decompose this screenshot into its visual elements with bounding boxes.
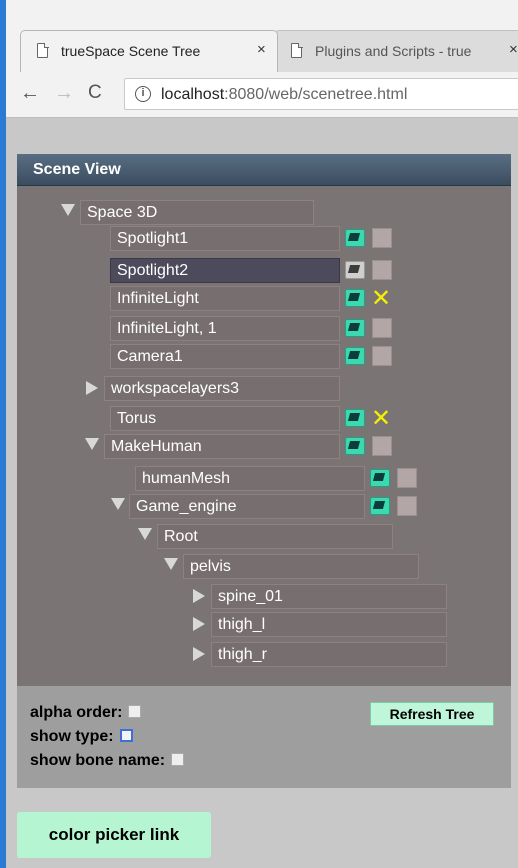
url-path: :8080/web/scenetree.html [224,86,408,103]
show-type-label: show type: [30,728,114,745]
visibility-icon[interactable] [345,229,365,247]
visibility-icon[interactable] [345,437,365,455]
selected-x-icon[interactable]: ✕ [370,286,392,310]
tree-node-label[interactable]: pelvis [183,554,419,579]
scene-tree: Space 3D Spotlight1 Spotlight2 InfiniteL… [17,186,511,686]
panel-title: Scene View [33,161,121,178]
option-alpha-order: alpha order: [30,704,142,722]
reload-icon[interactable]: C [88,82,102,104]
select-toggle[interactable] [372,346,392,366]
close-icon[interactable]: × [509,41,518,58]
info-icon[interactable]: i [135,86,151,102]
select-toggle[interactable] [372,260,392,280]
tree-node-label[interactable]: Spotlight1 [110,226,340,251]
visibility-icon[interactable] [345,347,365,365]
select-toggle[interactable] [372,228,392,248]
expand-arrow-icon[interactable] [111,498,125,510]
visibility-icon[interactable] [345,409,365,427]
show-bone-name-label: show bone name: [30,752,166,769]
refresh-tree-button[interactable]: Refresh Tree [370,702,494,726]
tree-node-label[interactable]: workspacelayers3 [104,376,340,401]
tree-node-label[interactable]: Space 3D [80,200,314,225]
tree-node-label[interactable]: Camera1 [110,344,340,369]
collapse-arrow-icon[interactable] [193,617,205,631]
tree-node-label[interactable]: MakeHuman [104,434,340,459]
show-type-checkbox[interactable] [119,729,133,742]
tab-scene-tree[interactable]: trueSpace Scene Tree × [20,30,278,72]
expand-arrow-icon[interactable] [85,438,99,450]
visibility-icon[interactable] [370,469,390,487]
page-icon [291,42,303,58]
forward-arrow-icon[interactable]: → [54,82,74,105]
select-toggle[interactable] [372,318,392,338]
tree-node-label[interactable]: InfiniteLight, 1 [110,316,340,341]
expand-arrow-icon[interactable] [138,528,152,540]
alpha-order-checkbox[interactable] [128,705,142,718]
visibility-icon[interactable] [370,497,390,515]
window-edge [0,0,6,868]
tree-node-label[interactable]: humanMesh [135,466,365,491]
tree-node-label[interactable]: Root [157,524,393,549]
color-picker-link-button[interactable]: color picker link [17,812,211,858]
visibility-icon[interactable] [345,289,365,307]
show-bone-name-checkbox[interactable] [171,753,185,766]
select-toggle[interactable] [397,496,417,516]
tree-node-label[interactable]: Game_engine [129,494,365,519]
alpha-order-label: alpha order: [30,704,123,721]
tab-title: Plugins and Scripts - true [315,43,472,59]
option-show-bone-name: show bone name: [30,752,185,770]
panel-header: Scene View [17,154,511,186]
options-area: alpha order: show type: show bone name: … [17,686,511,788]
url-host: localhost [161,86,225,103]
tab-bar: trueSpace Scene Tree × Plugins and Scrip… [6,0,518,72]
tree-node-label[interactable]: InfiniteLight [110,286,340,311]
select-toggle[interactable] [372,436,392,456]
collapse-arrow-icon[interactable] [193,589,205,603]
url-text: localhost:8080/web/scenetree.html [161,86,407,104]
option-show-type: show type: [30,728,133,746]
tab-title: trueSpace Scene Tree [61,43,201,59]
close-icon[interactable]: × [257,41,266,58]
back-arrow-icon[interactable]: ← [20,82,40,105]
tab-plugins[interactable]: Plugins and Scripts - true × [274,30,518,72]
collapse-arrow-icon[interactable] [86,381,98,395]
tree-node-label[interactable]: Torus [110,406,340,431]
selected-x-icon[interactable]: ✕ [370,406,392,430]
tree-node-label[interactable]: spine_01 [211,584,447,609]
visibility-icon[interactable] [345,261,365,279]
address-bar: ← → C i localhost:8080/web/scenetree.htm… [6,72,518,118]
page-icon [37,42,49,58]
expand-arrow-icon[interactable] [61,204,75,216]
select-toggle[interactable] [397,468,417,488]
collapse-arrow-icon[interactable] [193,647,205,661]
expand-arrow-icon[interactable] [164,558,178,570]
tree-node-label[interactable]: Spotlight2 [110,258,340,283]
visibility-icon[interactable] [345,319,365,337]
tree-node-label[interactable]: thigh_r [211,642,447,667]
url-field[interactable]: i localhost:8080/web/scenetree.html [124,78,518,110]
tree-node-label[interactable]: thigh_l [211,612,447,637]
scene-view-panel: Scene View Space 3D Spotlight1 Spotlight… [17,154,511,788]
